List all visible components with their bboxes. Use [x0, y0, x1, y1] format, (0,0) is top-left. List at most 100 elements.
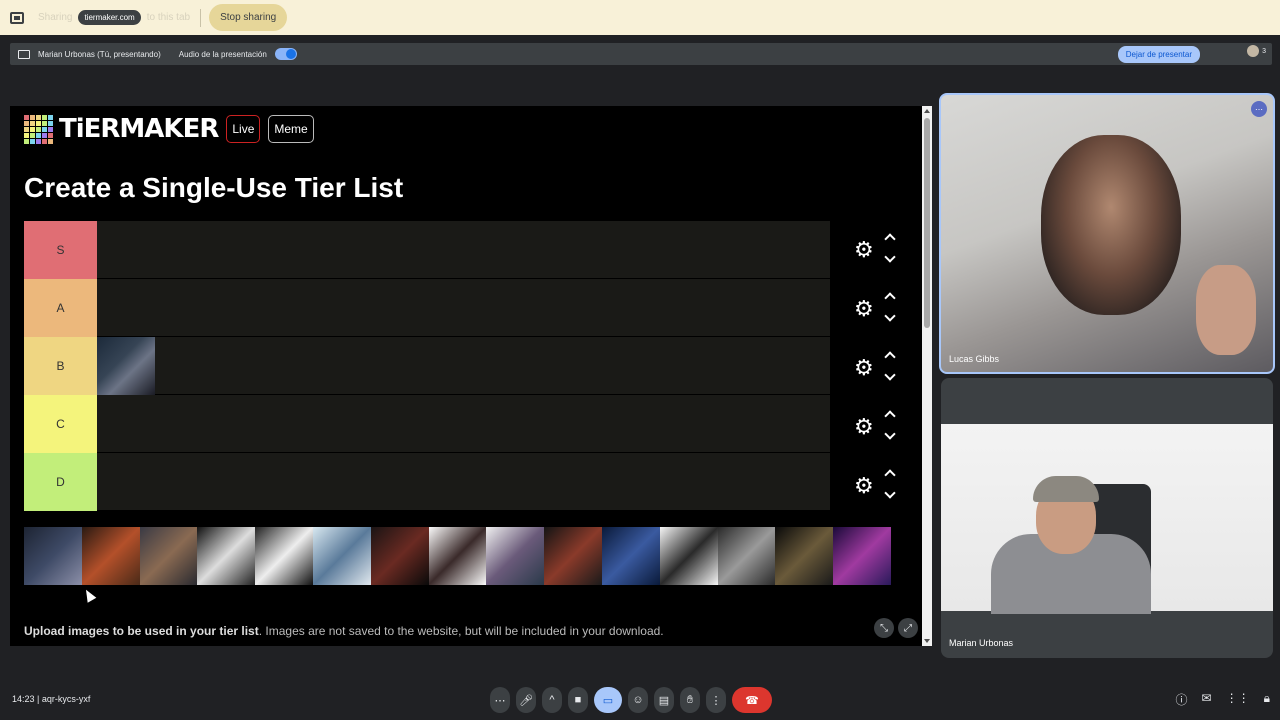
chevron-up-icon[interactable] — [884, 351, 896, 363]
activities-icon[interactable]: ⋮⋮ — [1226, 691, 1250, 708]
pool-image[interactable] — [544, 527, 602, 585]
tiermaker-logo-text[interactable]: TiERMAKER — [59, 114, 219, 144]
camera-icon[interactable]: ■ — [568, 687, 588, 713]
presentation-audio-toggle[interactable] — [274, 48, 297, 60]
pool-image[interactable] — [139, 527, 198, 585]
more-icon[interactable]: ⋯ — [490, 687, 510, 713]
pool-image[interactable] — [775, 527, 834, 585]
upload-instructions-bold: Upload images to be used in your tier li… — [24, 624, 259, 638]
meeting-code: aqr-kycs-yxf — [41, 694, 91, 704]
participant-tile-lucas[interactable]: ⋯ Lucas Gibbs — [939, 93, 1275, 374]
tier-row[interactable]: B — [24, 337, 830, 395]
end-call-icon[interactable]: ☎ — [732, 687, 772, 713]
participant-count: 3 — [1262, 47, 1266, 55]
presentation-audio-label: Audio de la presentación — [178, 49, 267, 59]
page-title: Create a Single-Use Tier List — [24, 172, 404, 203]
chevron-down-icon[interactable] — [884, 428, 896, 440]
tier-label[interactable]: A — [24, 279, 97, 337]
scroll-up-arrow-icon[interactable] — [924, 109, 930, 113]
collapse-icon[interactable]: ⤡ — [874, 618, 894, 638]
pool-image[interactable] — [24, 527, 82, 585]
pool-image[interactable] — [197, 527, 256, 585]
fullscreen-icon[interactable]: ⤢ — [898, 618, 918, 638]
chevron-up-icon[interactable] — [884, 292, 896, 304]
tier-label[interactable]: B — [24, 337, 97, 395]
gear-icon[interactable]: ⚙ — [854, 475, 874, 497]
raise-hand-icon[interactable]: ✋︎ — [680, 687, 700, 713]
call-controls: ⋯ 🎤︎ ^ ■ ▭ ☺ ▤ ✋︎ ⋮ ☎ — [490, 687, 772, 713]
chevron-down-icon[interactable] — [884, 369, 896, 381]
gear-icon[interactable]: ⚙ — [854, 357, 874, 379]
divider — [200, 8, 202, 27]
tier-items-dropzone[interactable] — [97, 279, 830, 336]
tier-items-dropzone[interactable] — [97, 395, 830, 452]
tier-items-dropzone[interactable] — [97, 337, 830, 395]
participant-video — [941, 424, 1273, 614]
chevron-down-icon[interactable] — [884, 487, 896, 499]
present-screen-icon[interactable]: ▭ — [594, 687, 622, 713]
stop-presenting-button[interactable]: Dejar de presentar — [1117, 46, 1200, 63]
tier-row-controls: ⚙ — [844, 280, 904, 338]
tier-item-image[interactable] — [97, 337, 155, 395]
pool-image[interactable] — [81, 527, 140, 585]
pool-image[interactable] — [601, 527, 660, 585]
chevron-up-icon[interactable]: ^ — [542, 687, 562, 713]
tiermaker-logo-icon[interactable] — [24, 114, 53, 144]
side-panel-controls: ⓘ ✉ ⋮⋮ 🔒︎ — [1176, 691, 1270, 708]
meme-button[interactable]: Meme — [268, 115, 314, 143]
tier-label[interactable]: D — [24, 453, 97, 511]
pool-image[interactable] — [255, 527, 313, 585]
tier-label[interactable]: C — [24, 395, 97, 453]
tier-items-dropzone[interactable] — [97, 453, 830, 510]
chevron-up-icon[interactable] — [884, 233, 896, 245]
meeting-time: 14:23 — [12, 694, 35, 704]
host-controls-icon[interactable]: 🔒︎ — [1264, 691, 1270, 708]
meeting-info-separator: | — [37, 694, 40, 704]
participant-name: Lucas Gibbs — [949, 354, 1000, 364]
presenter-label: Marian Urbonas (Tú, presentando) — [38, 49, 161, 59]
chevron-up-icon[interactable] — [884, 410, 896, 422]
chat-icon[interactable]: ✉ — [1202, 691, 1212, 708]
participant-tile-marian[interactable]: Marian Urbonas — [941, 378, 1273, 658]
upload-instructions: Upload images to be used in your tier li… — [24, 624, 664, 638]
tier-label[interactable]: S — [24, 221, 97, 279]
tier-row[interactable]: C — [24, 395, 830, 453]
tier-row-controls: ⚙ — [844, 339, 904, 397]
pool-image[interactable] — [486, 527, 545, 585]
participants-indicator[interactable]: 3 — [1247, 45, 1266, 57]
tile-more-options-icon[interactable]: ⋯ — [1251, 101, 1267, 117]
sharing-label: Sharing — [38, 12, 73, 23]
tier-items-dropzone[interactable] — [97, 221, 830, 278]
screen-share-controls: ⤡ ⤢ — [874, 618, 918, 638]
chevron-down-icon[interactable] — [884, 310, 896, 322]
gear-icon[interactable]: ⚙ — [854, 416, 874, 438]
meeting-info: 14:23 | aqr-kycs-yxf — [12, 694, 90, 704]
pool-image[interactable] — [428, 527, 487, 585]
sharing-suffix-label: to this tab — [146, 12, 191, 23]
tier-row[interactable]: A — [24, 279, 830, 337]
chevron-down-icon[interactable] — [884, 251, 896, 263]
live-button[interactable]: Live — [226, 115, 261, 143]
participant-video-hand — [1196, 265, 1256, 355]
info-icon[interactable]: ⓘ — [1176, 691, 1188, 708]
pool-image[interactable] — [659, 527, 718, 585]
captions-icon[interactable]: ▤ — [654, 687, 674, 713]
pool-image[interactable] — [312, 527, 371, 585]
chevron-up-icon[interactable] — [884, 469, 896, 481]
pool-image[interactable] — [717, 527, 776, 585]
participant-cap — [1033, 476, 1099, 502]
pool-image[interactable] — [833, 527, 891, 585]
tier-row[interactable]: S — [24, 221, 830, 279]
microphone-icon[interactable]: 🎤︎ — [516, 687, 536, 713]
more-options-icon[interactable]: ⋮ — [706, 687, 726, 713]
scroll-down-arrow-icon[interactable] — [924, 639, 930, 643]
stop-sharing-button[interactable]: Stop sharing — [209, 4, 288, 31]
gear-icon[interactable]: ⚙ — [854, 239, 874, 261]
tier-row[interactable]: D — [24, 453, 830, 511]
scroll-thumb[interactable] — [924, 118, 930, 328]
emoji-icon[interactable]: ☺ — [628, 687, 648, 713]
gear-icon[interactable]: ⚙ — [854, 298, 874, 320]
pool-image[interactable] — [370, 527, 429, 585]
page-scrollbar[interactable] — [922, 106, 932, 646]
shared-domain-badge: tiermaker.com — [78, 10, 141, 25]
